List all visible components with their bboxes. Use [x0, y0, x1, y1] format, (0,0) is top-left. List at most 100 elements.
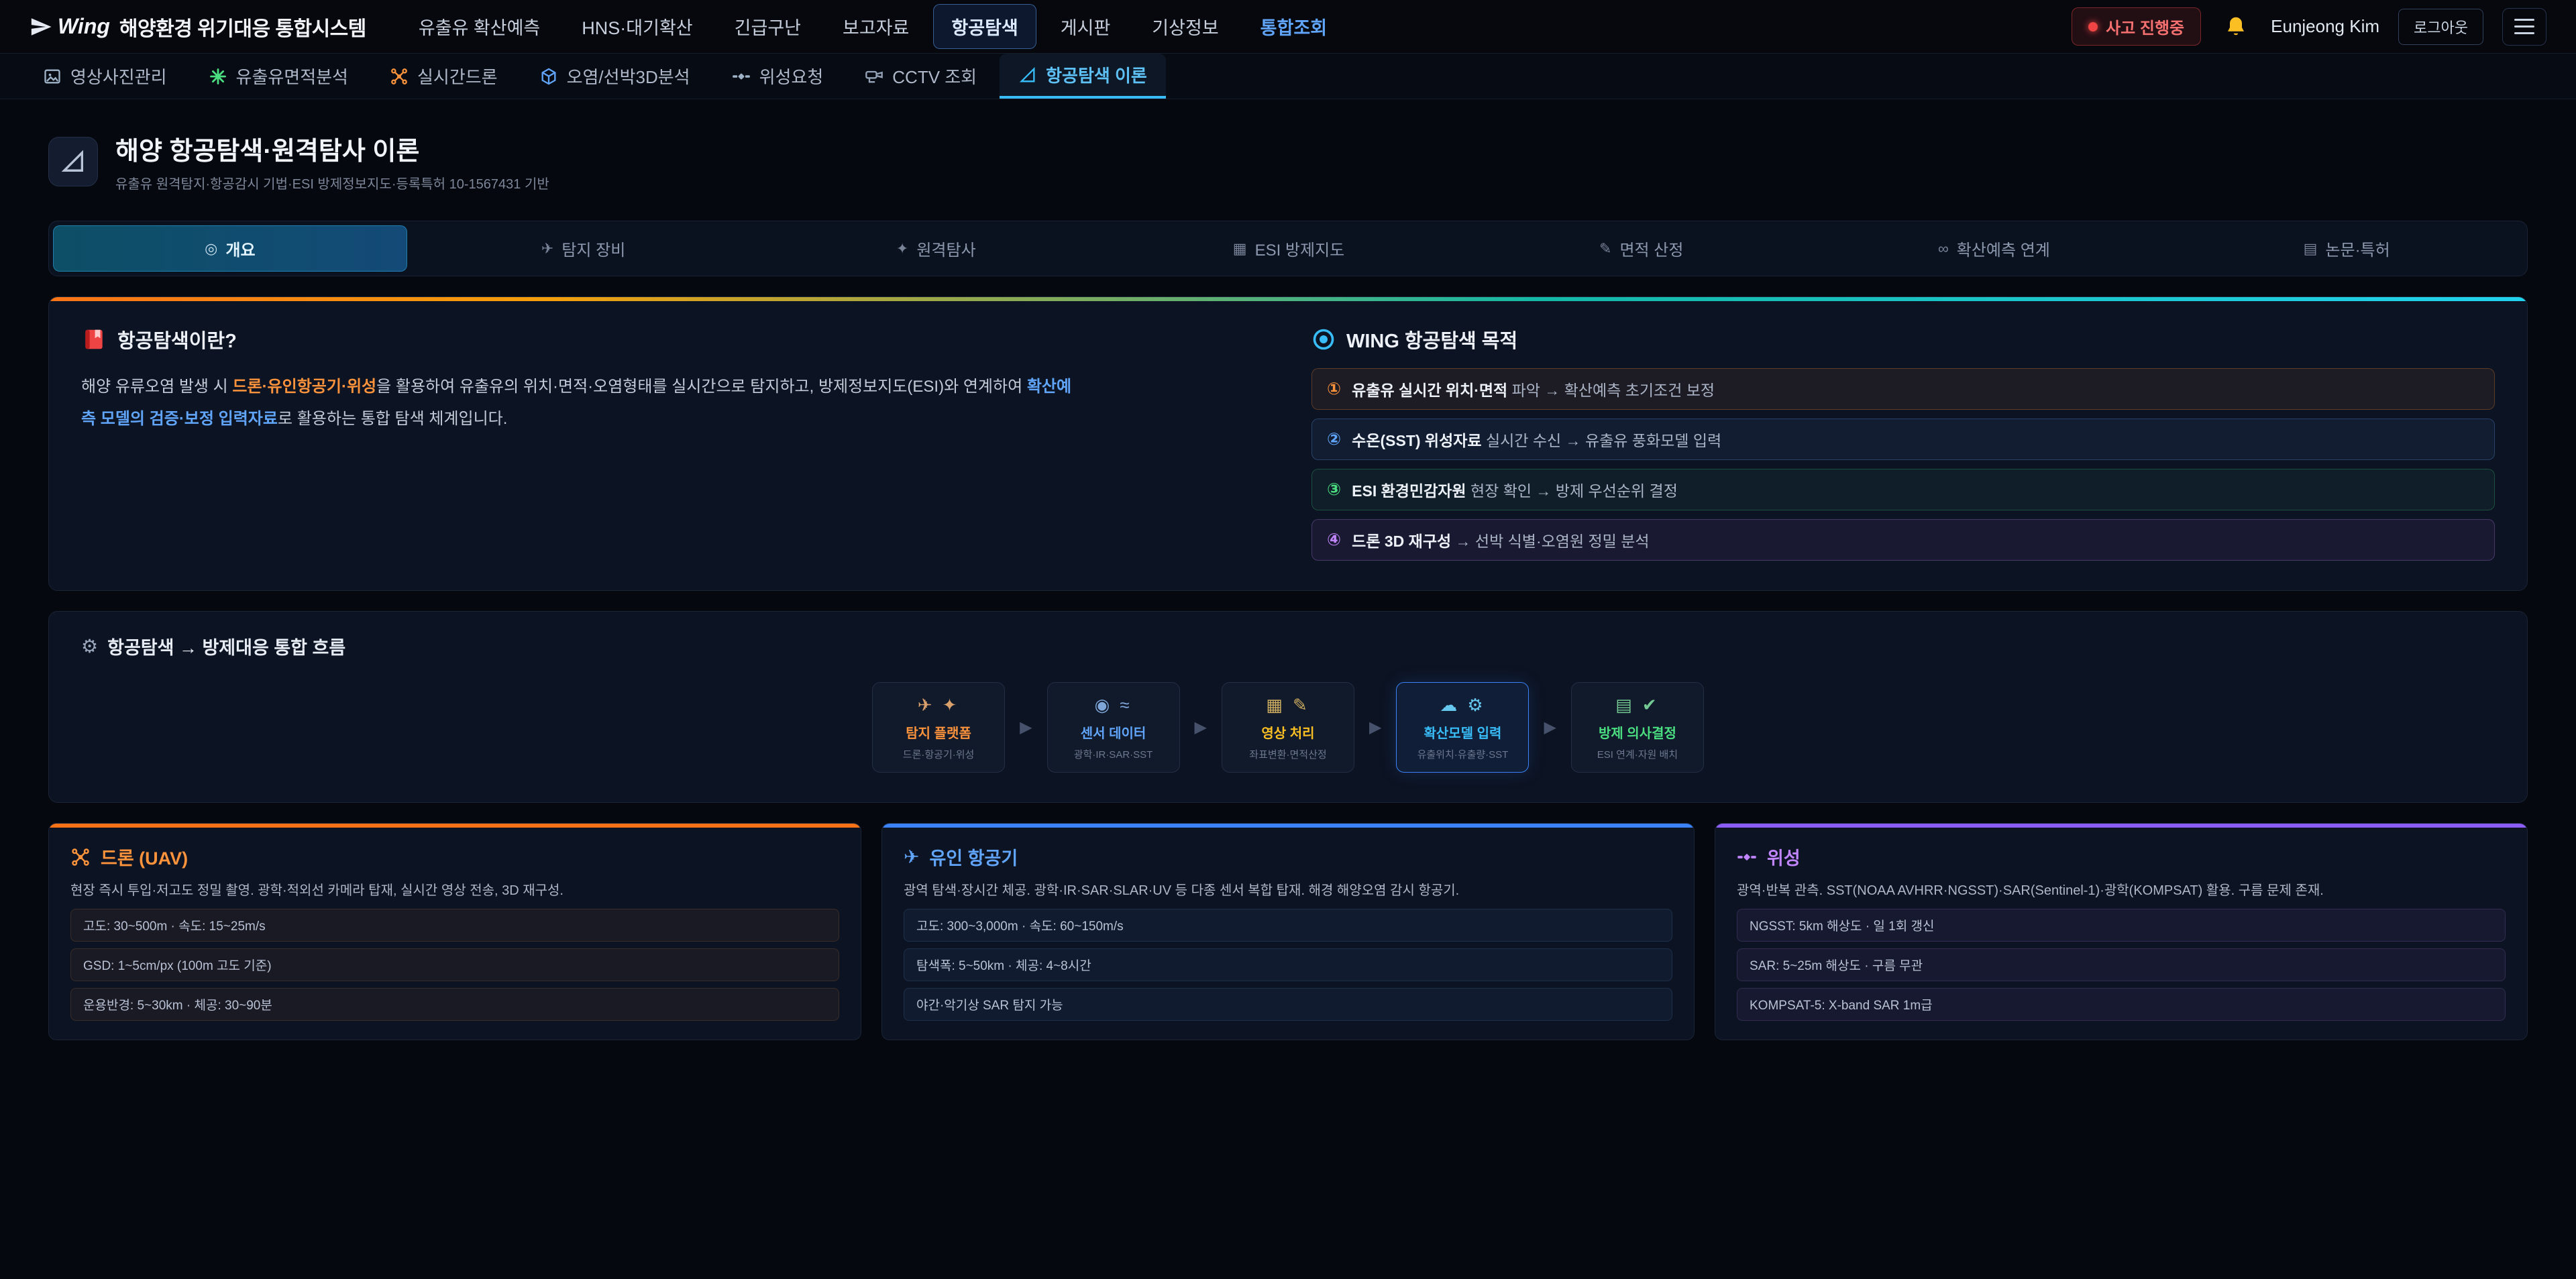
hamburger-bar: [2514, 19, 2534, 21]
subnav-item-cctv[interactable]: CCTV 조회: [846, 54, 996, 99]
purpose-text: 수온(SST) 위성자료 실시간 수신 → 유출유 풍화모델 입력: [1352, 428, 1721, 451]
tab-label: ESI 방제지도: [1255, 237, 1345, 260]
overview-icon: ◎: [205, 240, 217, 258]
nav-item-weather[interactable]: 기상정보: [1134, 5, 1236, 48]
page-icon-box: [48, 137, 98, 186]
subnav-item-image-management[interactable]: 영상사진관리: [24, 54, 186, 99]
app-logo: Wing 해양환경 위기대응 통합시스템: [30, 12, 366, 42]
step-label: 탐지 플랫폼: [881, 722, 996, 742]
text-part: 해양 유류오염 발생 시: [81, 378, 232, 396]
nav-item-rescue[interactable]: 긴급구난: [717, 5, 818, 48]
topbar: Wing 해양환경 위기대응 통합시스템 유출유 확산예측 HNS·대기확산 긴…: [0, 0, 2576, 54]
purpose-heading: WING 항공탐색 목적: [1311, 325, 2495, 353]
spec-row: 탐색폭: 5~50km · 체공: 4~8시간: [904, 948, 1672, 981]
text-part: 을 활용하여 유출유의 위치·면적·오염형태를 실시간으로 탐지하고, 방제정보…: [376, 378, 1027, 396]
arrow-right-icon: ▶: [1544, 718, 1556, 737]
tab-detection-equipment[interactable]: ✈ 탐지 장비: [407, 225, 760, 272]
incident-dot-icon: [2088, 22, 2098, 32]
tab-papers-patents[interactable]: ▤ 논문·특허: [2170, 225, 2523, 272]
book-icon: [81, 327, 107, 352]
topbar-right: 사고 진행중 Eunjeong Kim 로그아웃: [2072, 7, 2546, 46]
page-header-text: 해양 항공탐색·원격탐사 이론 유출유 원격탐지·항공감시 기법·ESI 방제정…: [115, 130, 549, 192]
drone-icon: [70, 847, 91, 867]
nav-item-spill-prediction[interactable]: 유출유 확산예측: [401, 5, 557, 48]
subnav-item-realtime-drone[interactable]: 실시간드론: [371, 54, 517, 99]
purpose-item: ③ ESI 환경민감자원 현장 확인 → 방제 우선순위 결정: [1311, 469, 2495, 510]
tab-remote-sensing[interactable]: ✦ 원격탐사: [759, 225, 1112, 272]
hamburger-bar: [2514, 32, 2534, 34]
tab-area-calculation[interactable]: ✎ 면적 산정: [1465, 225, 1818, 272]
subnav-item-oil-area-analysis[interactable]: 유출유면적분석: [190, 54, 367, 99]
tab-label: 탐지 장비: [561, 237, 625, 260]
platform-icons: ✈ ✦: [881, 695, 996, 716]
tab-label: 논문·특허: [2325, 237, 2390, 260]
purpose-item: ② 수온(SST) 위성자료 실시간 수신 → 유출유 풍화모델 입력: [1311, 419, 2495, 460]
logout-button[interactable]: 로그아웃: [2398, 9, 2483, 45]
flow-heading: ⚙ 항공탐색 → 방제대응 통합 흐름: [81, 633, 2495, 659]
paper-plane-icon: [30, 15, 52, 38]
overview-panel: 항공탐색이란? 해양 유류오염 발생 시 드론·유인항공기·위성을 활용하여 유…: [48, 296, 2528, 591]
decision-icons: ▤ ✔: [1580, 695, 1695, 716]
aircraft-card-title: ✈ 유인 항공기: [904, 844, 1672, 870]
flow-panel: ⚙ 항공탐색 → 방제대응 통합 흐름 ✈ ✦ 탐지 플랫폼 드론·항공기·위성…: [48, 611, 2528, 803]
what-is-section: 항공탐색이란? 해양 유류오염 발생 시 드론·유인항공기·위성을 활용하여 유…: [81, 325, 1265, 561]
subnav-label: 실시간드론: [417, 64, 498, 89]
logo-mark: Wing: [30, 14, 110, 39]
drone-icon: [390, 67, 409, 86]
nav-item-hns[interactable]: HNS·대기확산: [564, 5, 710, 48]
nav-item-integrated-search[interactable]: 통합조회: [1243, 5, 1344, 48]
nav-item-aerial-search[interactable]: 항공탐색: [933, 4, 1036, 49]
image-processing-icons: ▦ ✎: [1230, 695, 1346, 716]
step-label: 방제 의사결정: [1580, 722, 1695, 742]
pencil-icon: ✎: [1599, 240, 1611, 258]
step-sub: 광학·IR·SAR·SST: [1056, 747, 1171, 761]
tab-esi-map[interactable]: ▦ ESI 방제지도: [1112, 225, 1465, 272]
spec-row: 고도: 300~3,000m · 속도: 60~150m/s: [904, 909, 1672, 942]
spec-row: 운용반경: 5~30km · 체공: 30~90분: [70, 988, 839, 1021]
number-2-icon: ②: [1327, 429, 1341, 449]
flow-diagram: ✈ ✦ 탐지 플랫폼 드론·항공기·위성 ▶ ◉ ≈ 센서 데이터 광학·IR·…: [81, 682, 2495, 773]
satellite-card: 위성 광역·반복 관측. SST(NOAA AVHRR·NGSST)·SAR(S…: [1715, 823, 2528, 1040]
flow-step-image-processing: ▦ ✎ 영상 처리 좌표변환·면적산정: [1222, 682, 1354, 773]
drone-card-title: 드론 (UAV): [70, 844, 839, 870]
satellite-icon: [732, 67, 751, 86]
spec-row: GSD: 1~5cm/px (100m 고도 기준): [70, 948, 839, 981]
flow-title: 항공탐색 → 방제대응 통합 흐름: [107, 633, 345, 659]
subnav-label: 항공탐색 이론: [1046, 62, 1147, 87]
tab-prediction-link[interactable]: ∞ 확산예측 연계: [1818, 225, 2171, 272]
purpose-text: 드론 3D 재구성 → 선박 식별·오염원 정밀 분석: [1352, 529, 1649, 551]
step-label: 영상 처리: [1230, 722, 1346, 742]
purpose-list: ① 유출유 실시간 위치·면적 파악 → 확산예측 초기조건 보정 ② 수온(S…: [1311, 368, 2495, 561]
subnav-item-satellite-request[interactable]: 위성요청: [713, 54, 843, 99]
tab-label: 확산예측 연계: [1957, 237, 2050, 260]
main-nav: 유출유 확산예측 HNS·대기확산 긴급구난 보고자료 항공탐색 게시판 기상정…: [401, 4, 1344, 49]
satellite-icon: [1737, 847, 1757, 867]
drafting-ruler-icon: [60, 148, 87, 175]
nav-item-board[interactable]: 게시판: [1043, 5, 1128, 48]
subnav-item-ship-3d-analysis[interactable]: 오염/선박3D분석: [521, 54, 709, 99]
spec-row: NGSST: 5km 해상도 · 일 1회 갱신: [1737, 909, 2506, 942]
flow-step-sensor-data: ◉ ≈ 센서 데이터 광학·IR·SAR·SST: [1047, 682, 1180, 773]
tab-overview[interactable]: ◎ 개요: [53, 225, 407, 272]
hamburger-bar: [2514, 25, 2534, 27]
page-title: 해양 항공탐색·원격탐사 이론: [115, 130, 549, 167]
step-sub: 드론·항공기·위성: [881, 747, 996, 761]
photo-icon: [43, 67, 62, 86]
flow-step-model-input: ☁ ⚙ 확산모델 입력 유출위치·유출량·SST: [1396, 682, 1529, 773]
subnav-label: 영상사진관리: [70, 64, 167, 89]
section-title: 항공탐색이란?: [117, 325, 237, 353]
purpose-text: 유출유 실시간 위치·면적 파악 → 확산예측 초기조건 보정: [1352, 378, 1715, 400]
subnav-label: 위성요청: [759, 64, 824, 89]
flow-step-platforms: ✈ ✦ 탐지 플랫폼 드론·항공기·위성: [872, 682, 1005, 773]
tab-label: 면적 산정: [1619, 237, 1683, 260]
subnav-label: CCTV 조회: [892, 64, 977, 89]
document-icon: ▤: [2304, 240, 2318, 258]
app-title: 해양환경 위기대응 통합시스템: [119, 12, 366, 42]
nav-item-reports[interactable]: 보고자료: [825, 5, 926, 48]
tab-label: 개요: [225, 237, 255, 260]
subnav-label: 오염/선박3D분석: [567, 64, 690, 89]
hamburger-menu-button[interactable]: [2502, 8, 2546, 46]
aircraft-card-desc: 광역 탐색·장시간 체공. 광학·IR·SAR·SLAR·UV 등 다종 센서 …: [904, 880, 1672, 902]
subnav-item-aerial-theory[interactable]: 항공탐색 이론: [1000, 54, 1166, 99]
notifications-button[interactable]: [2220, 11, 2252, 43]
